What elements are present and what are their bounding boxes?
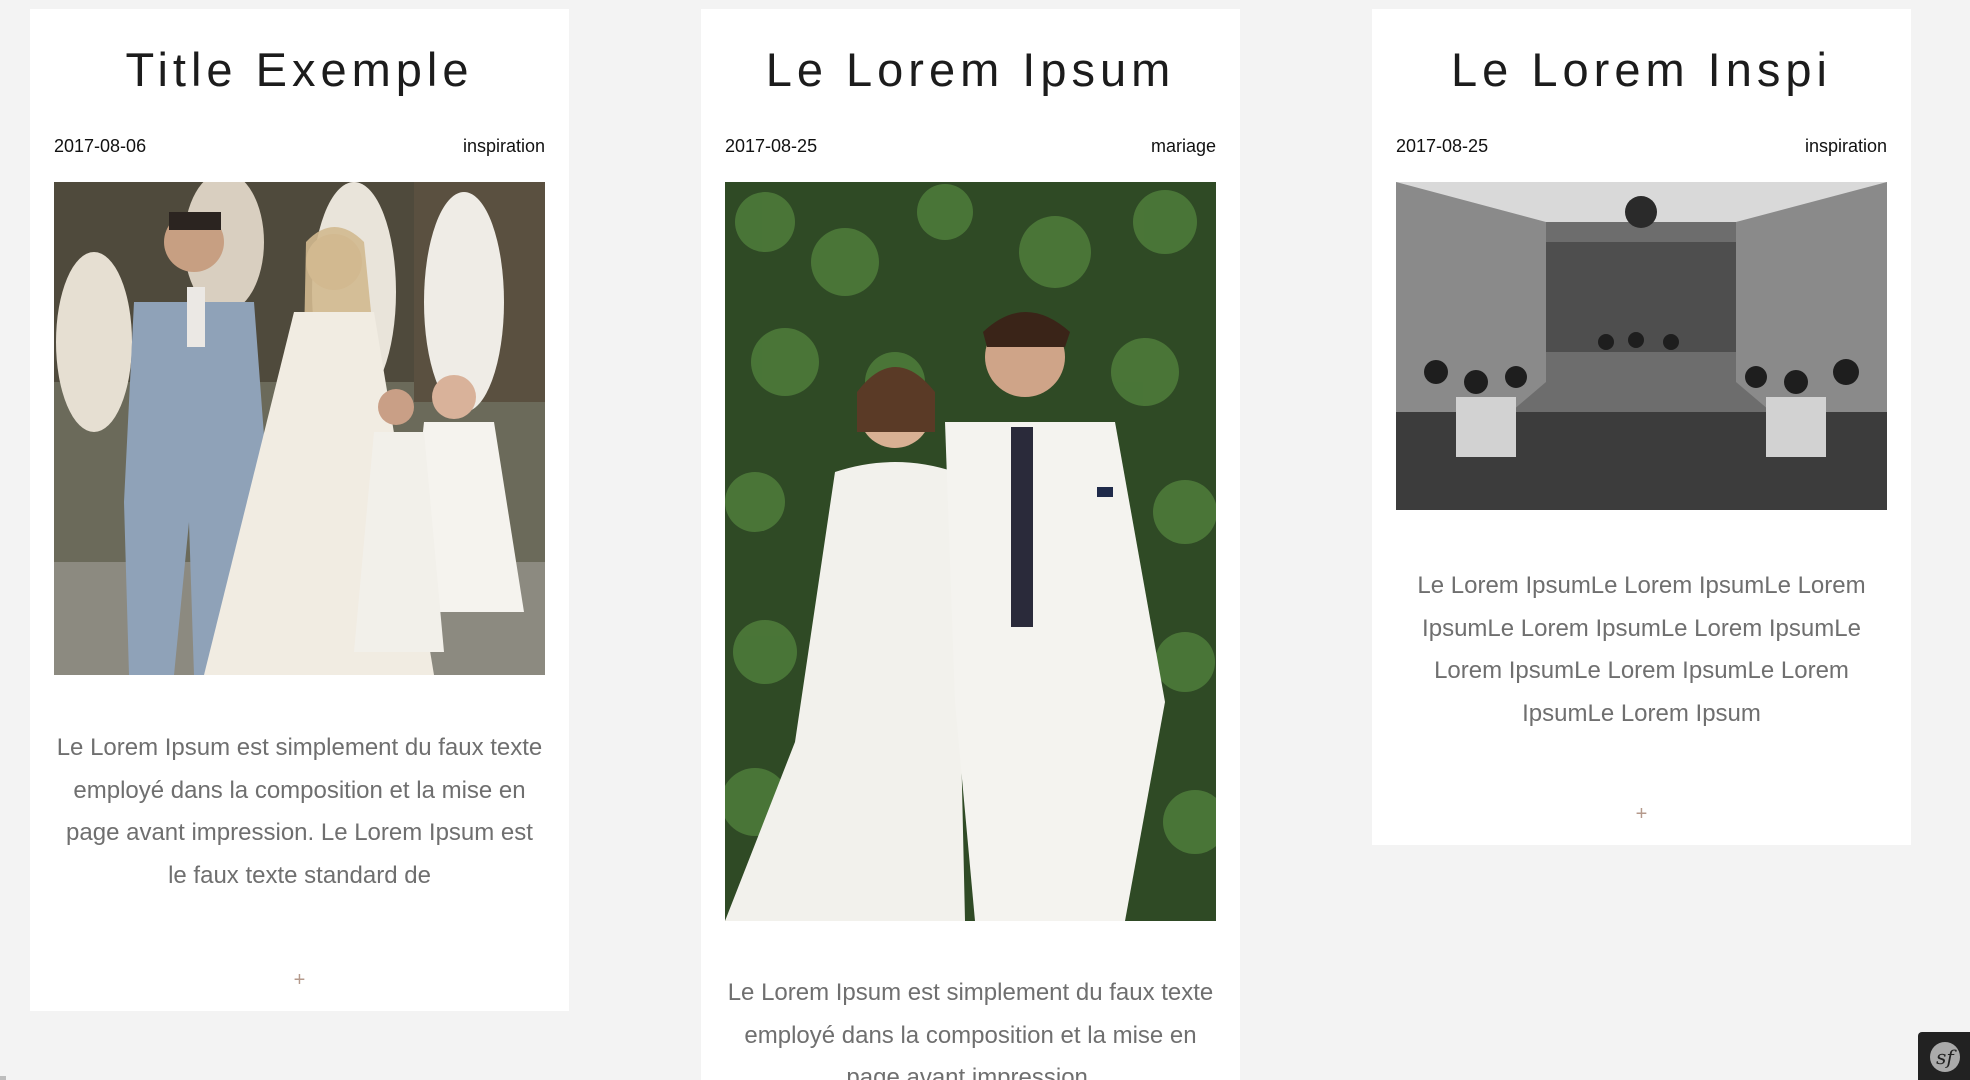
post-title[interactable]: Le Lorem Ipsum <box>701 9 1240 105</box>
scroll-edge-mark <box>0 1076 6 1080</box>
post-title[interactable]: Title Exemple <box>30 9 569 105</box>
post-category[interactable]: mariage <box>1151 136 1216 157</box>
post-card: Le Lorem Ipsum 2017-08-25 mariage Le Lor… <box>701 9 1240 1080</box>
post-title[interactable]: Le Lorem Inspi <box>1372 9 1911 105</box>
post-image[interactable] <box>725 182 1216 921</box>
couple-portrait-photo <box>725 182 1216 921</box>
blog-grid: Title Exemple 2017-08-06 inspiration Le … <box>0 0 1970 1080</box>
post-category[interactable]: inspiration <box>463 136 545 157</box>
symfony-logo-icon: sf <box>1930 1042 1960 1072</box>
post-category[interactable]: inspiration <box>1805 136 1887 157</box>
post-date: 2017-08-25 <box>725 136 818 156</box>
post-meta: 2017-08-06 inspiration <box>54 136 545 158</box>
post-image[interactable] <box>54 182 545 675</box>
post-image[interactable] <box>1396 182 1887 510</box>
post-meta: 2017-08-25 mariage <box>725 136 1216 158</box>
wedding-procession-photo <box>54 182 545 675</box>
post-excerpt: Le Lorem IpsumLe Lorem IpsumLe Lorem Ips… <box>1417 572 1866 727</box>
ceremony-hall-photo <box>1396 182 1887 510</box>
debug-toolbar-toggle[interactable]: sf <box>1918 1032 1970 1080</box>
post-date: 2017-08-25 <box>1396 136 1489 156</box>
post-excerpt: Le Lorem Ipsum est simplement du faux te… <box>56 734 543 889</box>
post-card: Title Exemple 2017-08-06 inspiration Le … <box>30 9 569 1011</box>
post-meta: 2017-08-25 inspiration <box>1396 136 1887 158</box>
read-more-button[interactable]: + <box>1372 803 1911 826</box>
post-excerpt: Le Lorem Ipsum est simplement du faux te… <box>727 979 1214 1080</box>
read-more-button[interactable]: + <box>30 969 569 992</box>
post-date: 2017-08-06 <box>54 136 147 156</box>
post-card: Le Lorem Inspi 2017-08-25 inspiration Le… <box>1372 9 1911 845</box>
